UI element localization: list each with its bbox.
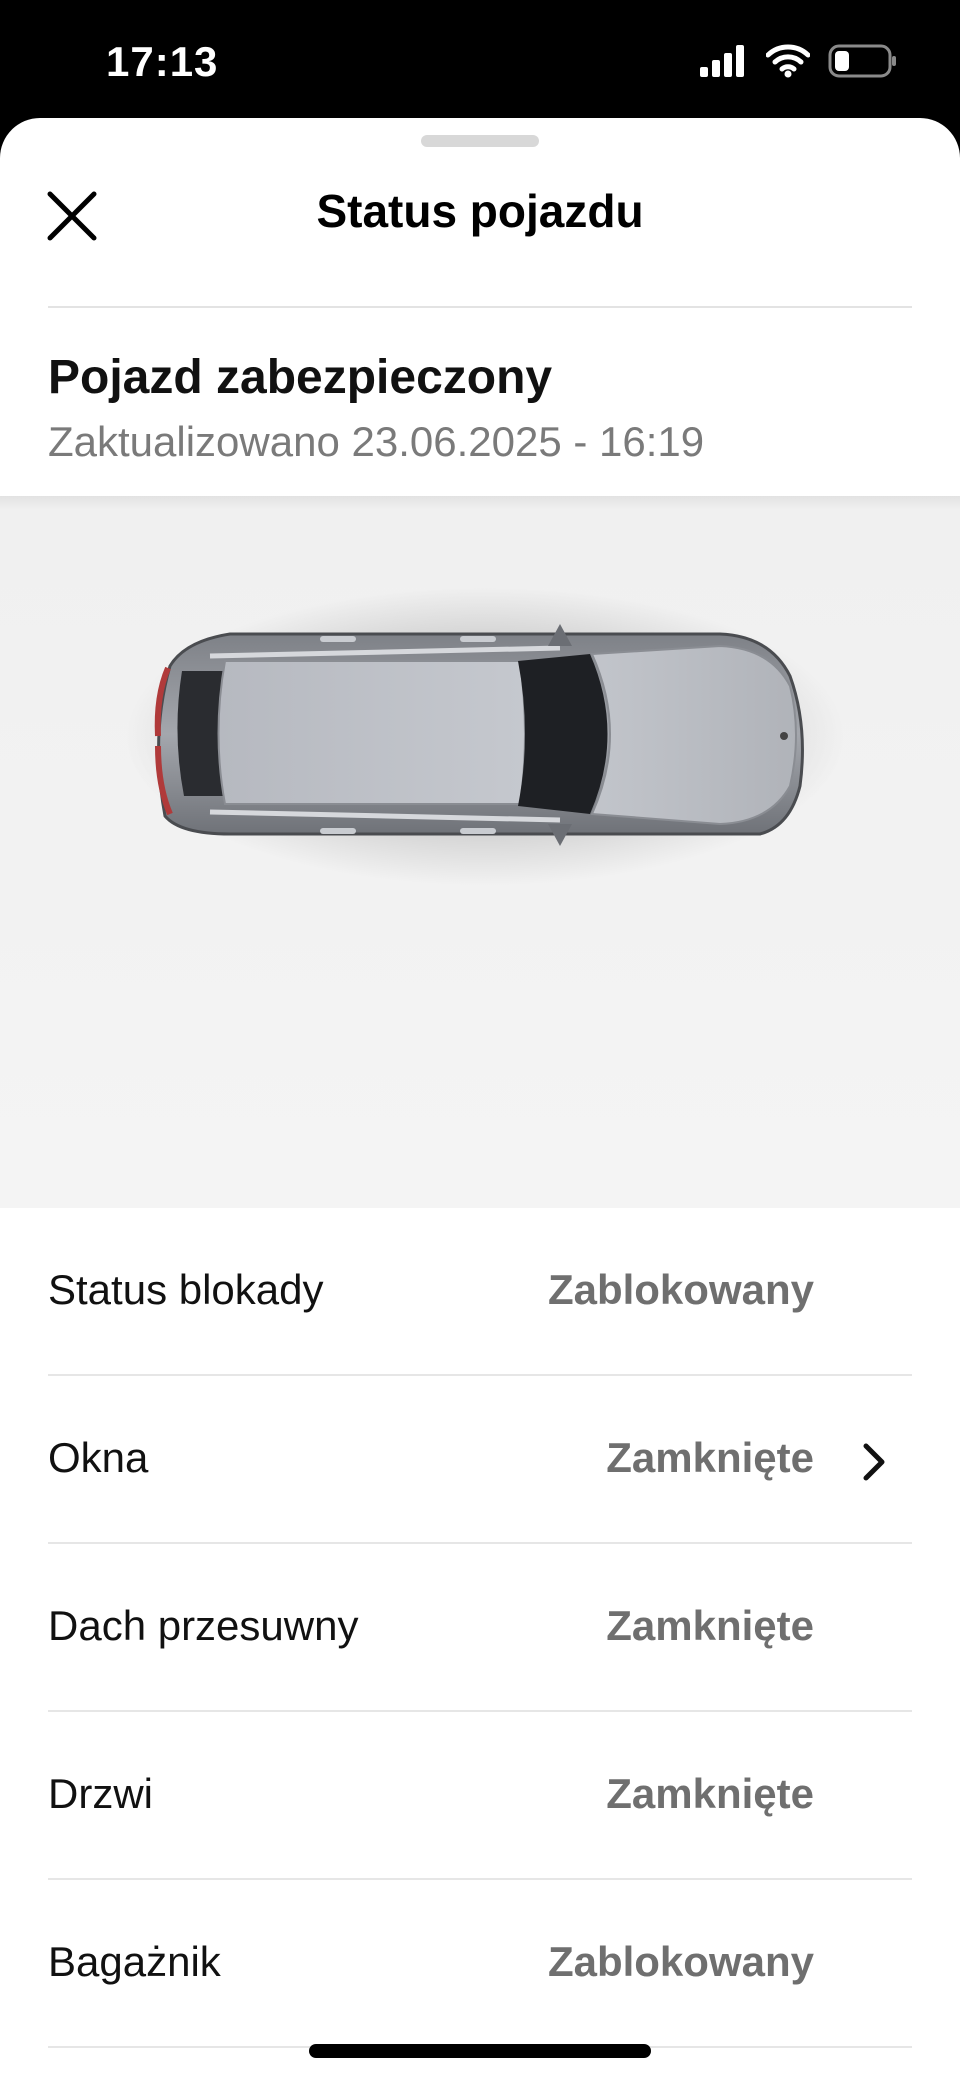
- status-icons: [700, 44, 898, 78]
- row-windows[interactable]: Okna Zamknięte: [0, 1376, 960, 1544]
- row-label: Dach przesuwny: [48, 1602, 359, 1649]
- status-list: Status blokady Zablokowany Okna Zamknięt…: [0, 1208, 960, 2048]
- status-bar: 17:13: [0, 0, 960, 120]
- row-value: Zamknięte: [606, 1770, 814, 1817]
- row-lock-status[interactable]: Status blokady Zablokowany: [0, 1208, 960, 1376]
- row-value: Zamknięte: [606, 1602, 814, 1649]
- last-updated-text: Zaktualizowano 23.06.2025 - 16:19: [48, 418, 705, 465]
- row-value: Zamknięte: [606, 1434, 814, 1481]
- page-title: Status pojazdu: [316, 185, 644, 237]
- home-indicator[interactable]: [309, 2044, 651, 2058]
- chevron-right-icon[interactable]: [858, 1442, 890, 1482]
- vehicle-image-area: [0, 496, 960, 1208]
- header-divider: [48, 306, 912, 308]
- security-status-title: Pojazd zabezpieczony: [48, 351, 553, 404]
- vehicle-status-sheet: Status pojazdu Pojazd zabezpieczony Zakt…: [0, 118, 960, 2079]
- row-sunroof[interactable]: Dach przesuwny Zamknięte: [0, 1544, 960, 1712]
- status-time: 17:13: [106, 38, 219, 85]
- row-doors[interactable]: Drzwi Zamknięte: [0, 1712, 960, 1880]
- cellular-signal-icon: [700, 45, 744, 77]
- row-value: Zablokowany: [547, 1938, 814, 1985]
- row-label: Drzwi: [48, 1770, 153, 1817]
- battery-icon: [828, 44, 896, 78]
- row-value: Zablokowany: [547, 1266, 814, 1313]
- wifi-icon: [766, 44, 810, 78]
- row-label: Status blokady: [48, 1266, 324, 1313]
- row-label: Bagażnik: [48, 1938, 221, 1985]
- car-top-view-image: [125, 586, 845, 886]
- sheet-grabber[interactable]: [421, 135, 539, 147]
- row-trunk[interactable]: Bagażnik Zablokowany: [0, 1880, 960, 2048]
- row-label: Okna: [48, 1434, 149, 1481]
